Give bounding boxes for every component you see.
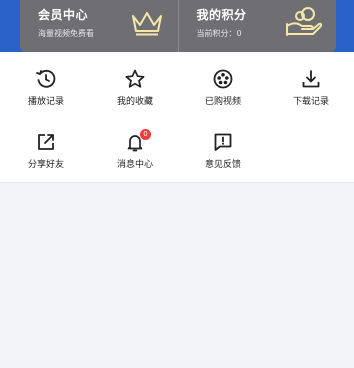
menu-item-share-friends[interactable]: 分享好友 — [2, 131, 90, 181]
menu-item-label: 下载记录 — [292, 97, 329, 107]
menu-panel: 播放记录 我的收藏 已购视频 下载记录 分享好友 0 消息中心 意见反馈 — [0, 52, 354, 182]
member-center-card[interactable]: 会员中心 海量视频免费看 — [20, 0, 179, 52]
bell-icon: 0 — [124, 129, 151, 153]
download-icon — [300, 68, 322, 90]
menu-item-label: 播放记录 — [27, 97, 64, 107]
crown-icon — [130, 9, 164, 37]
my-points-subtitle: 当前积分：0 — [196, 29, 242, 38]
share-icon — [35, 131, 57, 153]
menu-item-download-history[interactable]: 下载记录 — [267, 68, 354, 118]
menu-item-purchased-videos[interactable]: 已购视频 — [179, 68, 267, 118]
menu-item-message-center[interactable]: 0 消息中心 — [91, 129, 179, 181]
menu-item-label: 消息中心 — [116, 160, 153, 170]
promo-card: 会员中心 海量视频免费看 我的积分 当前积分：0 — [20, 0, 336, 52]
member-center-title: 会员中心 — [38, 8, 89, 22]
my-points-card[interactable]: 我的积分 当前积分：0 — [179, 0, 337, 52]
menu-item-label: 分享好友 — [27, 160, 64, 170]
film-reel-icon — [212, 68, 234, 90]
star-icon — [124, 68, 146, 90]
my-points-title: 我的积分 — [196, 8, 247, 22]
menu-item-label: 意见反馈 — [204, 160, 241, 170]
menu-item-label: 已购视频 — [204, 97, 241, 107]
panel-bottom-edge — [0, 182, 354, 183]
feedback-icon — [212, 131, 234, 153]
history-icon — [35, 68, 57, 90]
member-center-subtitle: 海量视频免费看 — [38, 29, 94, 38]
menu-item-favorites[interactable]: 我的收藏 — [91, 68, 179, 118]
menu-item-play-history[interactable]: 播放记录 — [2, 68, 90, 118]
menu-item-label: 我的收藏 — [116, 97, 153, 107]
menu-grid: 播放记录 我的收藏 已购视频 下载记录 分享好友 0 消息中心 意见反馈 — [0, 52, 354, 182]
menu-item-feedback[interactable]: 意见反馈 — [179, 131, 267, 181]
hand-coin-icon — [284, 6, 323, 38]
message-count-badge: 0 — [140, 129, 151, 140]
